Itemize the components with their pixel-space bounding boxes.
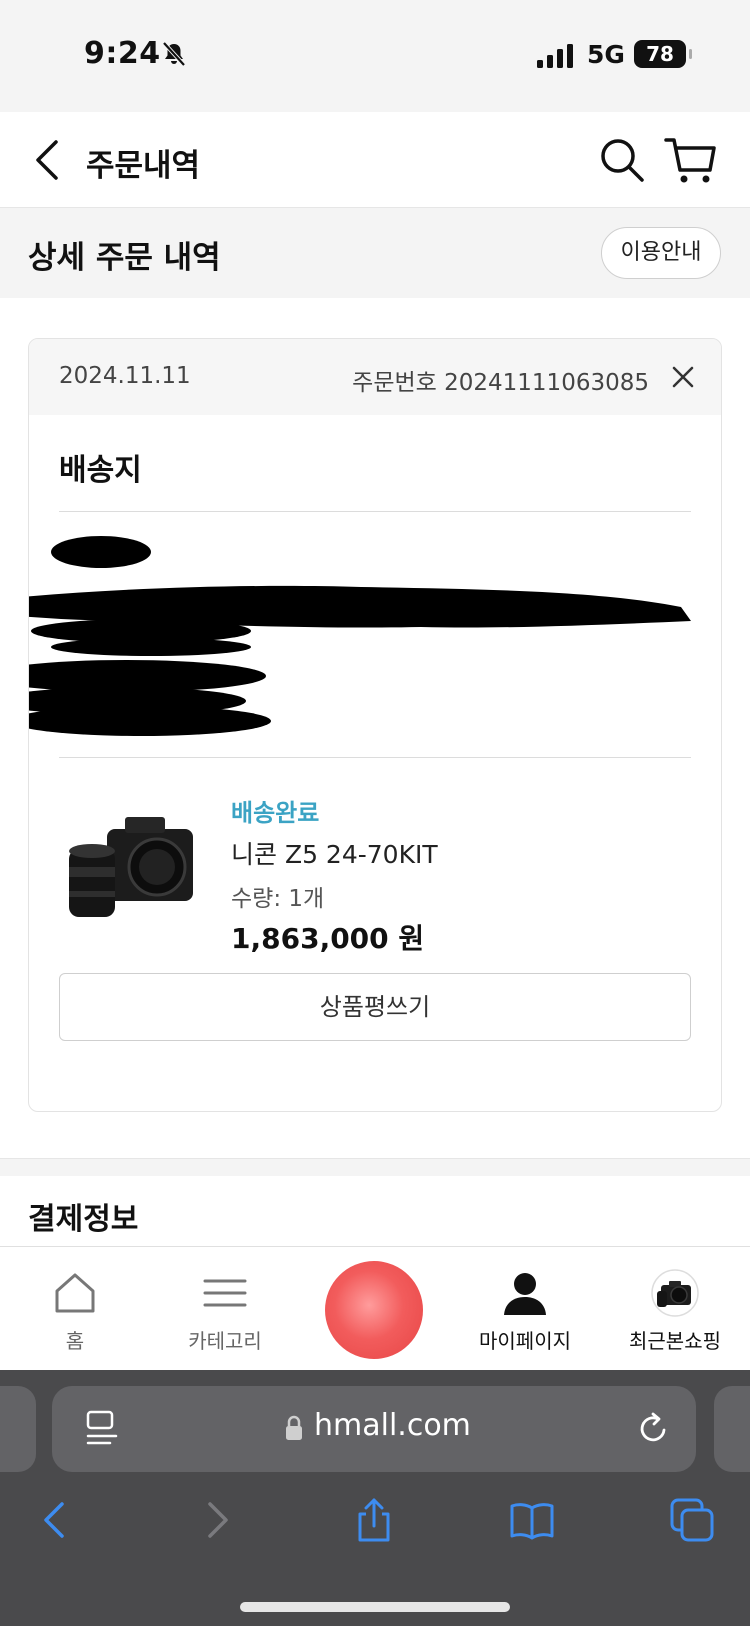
shipping-title: 배송지 — [59, 453, 142, 488]
center-promo-button[interactable] — [325, 1261, 423, 1359]
reload-icon[interactable] — [634, 1410, 672, 1448]
browser-toolbar: hmall.com — [0, 1370, 750, 1626]
status-bar: 9:24 5G 78 — [0, 0, 750, 112]
order-card-header: 2024.11.11 주문번호 20241111063085 — [29, 339, 721, 415]
back-icon[interactable] — [28, 138, 68, 182]
signal-icon — [537, 44, 573, 68]
back-arrow-icon[interactable] — [32, 1496, 80, 1544]
delivery-status: 배송완료 — [231, 799, 320, 827]
recent-product-thumbnail — [651, 1269, 699, 1317]
order-number: 주문번호 20241111063085 — [352, 370, 649, 396]
nav-category-label: 카테고리 — [188, 1329, 262, 1353]
cart-icon[interactable] — [664, 134, 718, 186]
nav-category[interactable]: 카테고리 — [150, 1247, 300, 1371]
forward-arrow-icon[interactable] — [192, 1496, 240, 1544]
share-icon[interactable] — [350, 1496, 398, 1544]
battery-indicator: 78 — [634, 40, 692, 68]
nav-recent-label: 최근본쇼핑 — [629, 1329, 721, 1353]
product-image — [69, 817, 193, 917]
bell-off-icon — [162, 41, 186, 67]
menu-icon — [203, 1279, 247, 1307]
reader-icon[interactable] — [84, 1410, 120, 1448]
nav-home[interactable]: 홈 — [0, 1247, 150, 1371]
product-price: 1,863,000 원 — [231, 922, 425, 955]
close-icon[interactable] — [669, 363, 697, 391]
divider — [59, 757, 691, 758]
order-card: 2024.11.11 주문번호 20241111063085 배송지 배송완료 … — [28, 338, 722, 1112]
usage-guide-button[interactable]: 이용안내 — [601, 227, 721, 279]
previous-tab-stub[interactable] — [0, 1386, 36, 1472]
page-title: 상세 주문 내역 — [28, 240, 221, 276]
home-icon — [55, 1273, 95, 1313]
nav-home-label: 홈 — [65, 1329, 85, 1353]
write-review-button[interactable]: 상품평쓰기 — [59, 973, 691, 1041]
nav-mypage[interactable]: 마이페이지 — [450, 1247, 600, 1371]
url-bar[interactable]: hmall.com — [52, 1386, 696, 1472]
nav-mypage-label: 마이페이지 — [479, 1329, 571, 1353]
app-header: 주문내역 — [0, 112, 750, 208]
section-header: 상세 주문 내역 이용안내 — [0, 208, 750, 298]
product-name[interactable]: 니콘 Z5 24-70KIT — [231, 835, 438, 871]
next-tab-stub[interactable] — [714, 1386, 750, 1472]
payment-title: 결제정보 — [28, 1202, 139, 1237]
divider — [59, 511, 691, 512]
url-text: hmall.com — [314, 1408, 471, 1443]
header-title: 주문내역 — [86, 148, 201, 184]
payment-section: 결제정보 — [0, 1176, 750, 1246]
nav-recent[interactable]: 최근본쇼핑 — [600, 1247, 750, 1371]
home-indicator — [240, 1602, 510, 1612]
product-quantity: 수량: 1개 — [231, 886, 325, 912]
search-icon[interactable] — [598, 136, 646, 184]
user-icon — [504, 1273, 546, 1315]
order-date: 2024.11.11 — [59, 363, 191, 389]
status-time: 9:24 — [84, 36, 161, 71]
bottom-nav: 홈 카테고리 마이페이지 최근본쇼핑 — [0, 1246, 750, 1370]
content-area: 2024.11.11 주문번호 20241111063085 배송지 배송완료 … — [0, 298, 750, 1158]
bookmarks-icon[interactable] — [508, 1496, 556, 1544]
network-label: 5G — [587, 40, 625, 69]
redacted-address-scribble — [29, 536, 691, 736]
tabs-icon[interactable] — [668, 1496, 716, 1544]
lock-icon — [286, 1415, 302, 1440]
section-gap — [0, 1158, 750, 1176]
